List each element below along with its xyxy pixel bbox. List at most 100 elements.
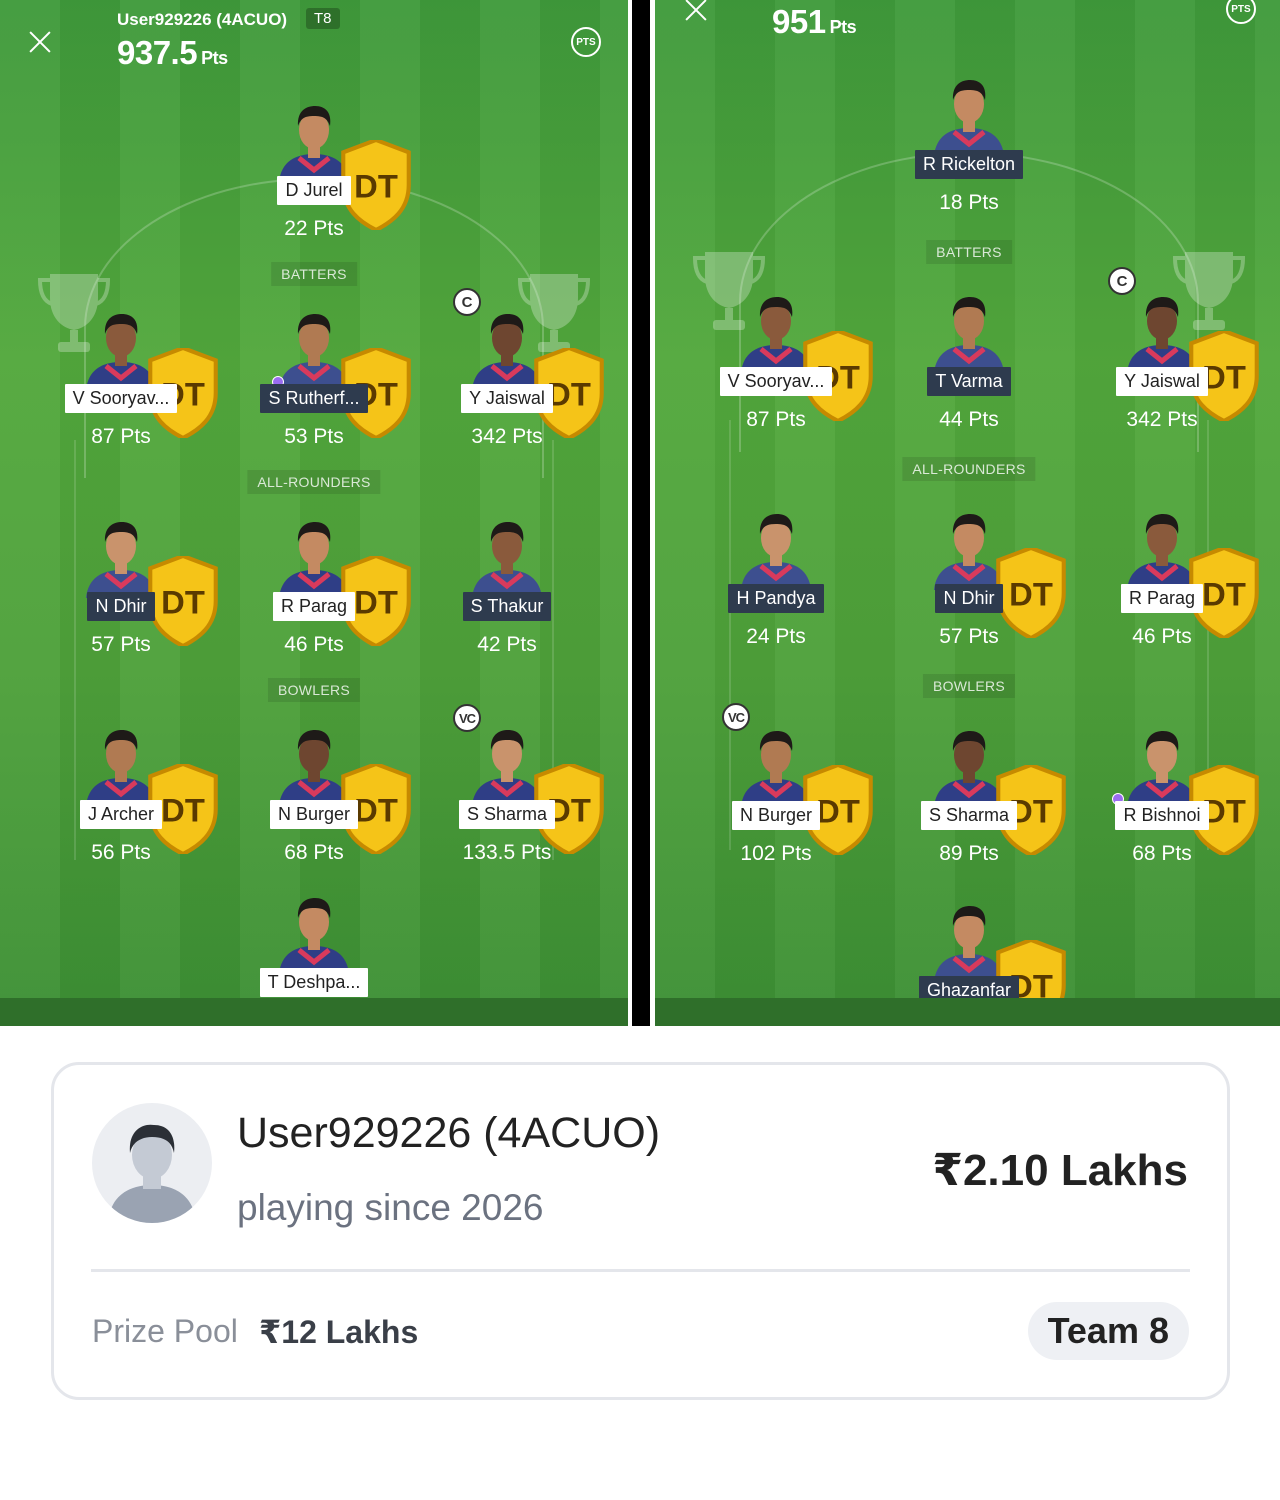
- pts-toggle-icon[interactable]: PTS: [571, 27, 601, 57]
- dt-badge-icon: DT: [1179, 765, 1259, 855]
- pitch-bottom-strip: [0, 998, 628, 1026]
- dt-badge-icon: DT: [524, 348, 604, 438]
- svg-text:DT: DT: [816, 792, 860, 829]
- section-allrounders: ALL-ROUNDERS: [902, 457, 1036, 481]
- playing-since: playing since 2026: [237, 1187, 544, 1228]
- team-tag: T8: [306, 8, 340, 29]
- vice-captain-badge: VC: [453, 704, 481, 732]
- pitch-bottom-strip: [655, 998, 1280, 1026]
- player-photo: [924, 283, 1014, 373]
- player-name: T Deshpa...: [259, 968, 369, 997]
- player-name: H Pandya: [728, 584, 824, 613]
- player-name: D Jurel: [277, 176, 351, 205]
- user-avatar-icon: [108, 1124, 196, 1223]
- user-summary-card: User929226 (4ACUO) playing since 2026 ₹2…: [51, 1062, 1230, 1400]
- player-photo-icon: [472, 522, 542, 598]
- player-name: Y Jaiswal: [461, 384, 553, 413]
- svg-text:DT: DT: [547, 375, 591, 412]
- prize-pool-value: ₹12 Lakhs: [259, 1314, 419, 1350]
- player-card[interactable]: DT D Jurel 22 Pts: [224, 92, 411, 241]
- dt-badge-icon: DT: [1179, 548, 1259, 638]
- svg-text:DT: DT: [1202, 792, 1246, 829]
- player-card[interactable]: DT Y Jaiswal 342 Pts C: [417, 288, 604, 449]
- dt-badge-icon: DT: [1179, 331, 1259, 421]
- team-points-value: 951: [772, 3, 826, 40]
- player-photo: DT: [269, 300, 411, 438]
- card-divider: [91, 1269, 1190, 1272]
- player-name: S Sharma: [920, 801, 1018, 830]
- player-photo: DT: [76, 300, 218, 438]
- dt-badge-icon: DT: [793, 765, 873, 855]
- player-card[interactable]: R Rickelton 18 Pts: [879, 66, 1059, 215]
- user-name: User929226 (4ACUO): [237, 1109, 661, 1157]
- player-name: V Sooryav...: [719, 367, 833, 396]
- right-team-pitch: 951 Pts PTS BATTERS ALL-ROUNDERS BOWLERS …: [655, 0, 1280, 1026]
- player-photo: DT: [462, 716, 604, 854]
- close-icon[interactable]: [681, 0, 711, 25]
- player-photo: DT: [1117, 500, 1259, 638]
- player-photo: DT: [462, 300, 604, 438]
- player-card[interactable]: DT N Dhir 57 Pts: [879, 500, 1066, 649]
- player-card[interactable]: DT N Burger 68 Pts: [224, 716, 411, 865]
- svg-text:DT: DT: [1202, 575, 1246, 612]
- team-owner-name: User929226 (4ACUO): [117, 10, 288, 29]
- team-points-unit: Pts: [829, 17, 857, 37]
- winnings-amount: ₹2.10 Lakhs: [932, 1146, 1188, 1195]
- player-name: N Dhir: [935, 584, 1003, 613]
- player-card[interactable]: DT S Sharma 89 Pts: [879, 717, 1066, 866]
- svg-text:DT: DT: [161, 791, 205, 828]
- team-badge[interactable]: Team 8: [1027, 1302, 1189, 1360]
- dt-badge-icon: DT: [986, 765, 1066, 855]
- player-name: S Sharma: [458, 800, 556, 829]
- player-card[interactable]: DT R Parag 46 Pts: [224, 508, 411, 657]
- dt-badge-icon: DT: [331, 764, 411, 854]
- dt-badge-icon: DT: [986, 548, 1066, 638]
- section-batters: BATTERS: [271, 262, 357, 286]
- player-card[interactable]: T Varma 44 Pts: [879, 283, 1059, 432]
- player-photo: DT: [1117, 283, 1259, 421]
- player-photo: [924, 66, 1014, 156]
- player-name: T Varma: [927, 367, 1011, 396]
- dt-badge-icon: DT: [331, 140, 411, 230]
- dt-badge-icon: DT: [793, 331, 873, 421]
- player-card[interactable]: DT V Sooryav... 87 Pts: [31, 300, 218, 449]
- captain-badge: C: [453, 288, 481, 316]
- player-card[interactable]: DT Y Jaiswal 342 Pts C: [1072, 267, 1259, 432]
- player-photo-icon: [934, 297, 1004, 373]
- player-name: S Thakur: [462, 592, 552, 621]
- section-allrounders: ALL-ROUNDERS: [247, 470, 381, 494]
- vice-captain-badge: VC: [722, 703, 750, 731]
- player-photo: [462, 508, 552, 598]
- player-card[interactable]: DT S Sharma 133.5 Pts VC: [417, 704, 604, 865]
- player-card[interactable]: DT N Burger 102 Pts VC: [686, 703, 873, 866]
- player-card[interactable]: DT V Sooryav... 87 Pts: [686, 283, 873, 432]
- player-photo: DT: [731, 717, 873, 855]
- player-photo: [731, 500, 821, 590]
- player-name: N Burger: [731, 801, 821, 830]
- dt-badge-icon: DT: [138, 556, 218, 646]
- player-card[interactable]: DT Ghazanfar: [879, 892, 1066, 1026]
- player-card[interactable]: DT N Dhir 57 Pts: [31, 508, 218, 657]
- player-card[interactable]: H Pandya 24 Pts: [686, 500, 866, 649]
- player-card[interactable]: DT R Bishnoi 68 Pts: [1072, 717, 1259, 866]
- player-photo-icon: [934, 80, 1004, 156]
- team-points-unit: Pts: [201, 48, 228, 68]
- player-card[interactable]: DT S Rutherf... 53 Pts: [224, 300, 411, 449]
- dt-badge-icon: DT: [138, 348, 218, 438]
- player-photo: [269, 884, 359, 974]
- team-divider: [628, 0, 655, 1026]
- player-photo: DT: [269, 508, 411, 646]
- captain-badge: C: [1108, 267, 1136, 295]
- player-card[interactable]: T Deshpa...: [224, 884, 404, 1003]
- pts-toggle-icon[interactable]: PTS: [1226, 0, 1256, 24]
- player-photo: DT: [924, 892, 1066, 1026]
- player-card[interactable]: DT R Parag 46 Pts: [1072, 500, 1259, 649]
- team-points: 937.5 Pts: [117, 34, 228, 72]
- svg-text:DT: DT: [161, 583, 205, 620]
- close-icon[interactable]: [25, 27, 55, 57]
- player-name: J Archer: [79, 800, 163, 829]
- section-bowlers: BOWLERS: [267, 678, 361, 702]
- player-card[interactable]: S Thakur 42 Pts: [417, 508, 597, 657]
- team-points: 951 Pts: [772, 3, 857, 41]
- player-card[interactable]: DT J Archer 56 Pts: [31, 716, 218, 865]
